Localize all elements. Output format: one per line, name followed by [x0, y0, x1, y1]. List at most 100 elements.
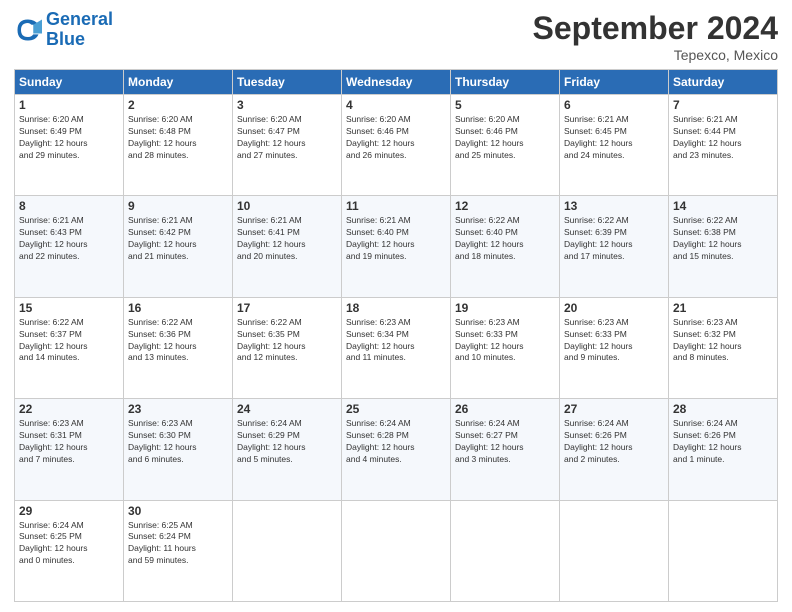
day-info: Sunrise: 6:24 AM Sunset: 6:29 PM Dayligh… — [237, 418, 337, 466]
day-cell: 21 Sunrise: 6:23 AM Sunset: 6:32 PM Dayli… — [669, 297, 778, 398]
day-cell: 1 Sunrise: 6:20 AM Sunset: 6:49 PM Daylig… — [15, 95, 124, 196]
day-number: 17 — [237, 301, 337, 315]
day-info: Sunrise: 6:24 AM Sunset: 6:25 PM Dayligh… — [19, 520, 119, 568]
day-number: 1 — [19, 98, 119, 112]
page: General Blue September 2024 Tepexco, Mex… — [0, 0, 792, 612]
day-cell: 25 Sunrise: 6:24 AM Sunset: 6:28 PM Dayli… — [342, 399, 451, 500]
day-number: 20 — [564, 301, 664, 315]
logo-icon — [14, 16, 42, 44]
col-tuesday: Tuesday — [233, 70, 342, 95]
day-number: 19 — [455, 301, 555, 315]
col-monday: Monday — [124, 70, 233, 95]
logo-text: General Blue — [46, 10, 113, 50]
col-saturday: Saturday — [669, 70, 778, 95]
day-cell: 2 Sunrise: 6:20 AM Sunset: 6:48 PM Daylig… — [124, 95, 233, 196]
day-number: 29 — [19, 504, 119, 518]
col-friday: Friday — [560, 70, 669, 95]
day-cell: 28Sunrise: 6:24 AM Sunset: 6:26 PM Dayli… — [669, 399, 778, 500]
calendar: Sunday Monday Tuesday Wednesday Thursday… — [14, 69, 778, 602]
header: General Blue September 2024 Tepexco, Mex… — [14, 10, 778, 63]
day-info: Sunrise: 6:20 AM Sunset: 6:49 PM Dayligh… — [19, 114, 119, 162]
day-cell: 18 Sunrise: 6:23 AM Sunset: 6:34 PM Dayli… — [342, 297, 451, 398]
day-cell: 27Sunrise: 6:24 AM Sunset: 6:26 PM Dayli… — [560, 399, 669, 500]
day-number: 11 — [346, 199, 446, 213]
day-info: Sunrise: 6:20 AM Sunset: 6:46 PM Dayligh… — [455, 114, 555, 162]
day-info: Sunrise: 6:22 AM Sunset: 6:40 PM Dayligh… — [455, 215, 555, 263]
day-number: 10 — [237, 199, 337, 213]
day-info: Sunrise: 6:20 AM Sunset: 6:48 PM Dayligh… — [128, 114, 228, 162]
col-wednesday: Wednesday — [342, 70, 451, 95]
day-cell: 26Sunrise: 6:24 AM Sunset: 6:27 PM Dayli… — [451, 399, 560, 500]
week-row-4: 29 Sunrise: 6:24 AM Sunset: 6:25 PM Dayli… — [15, 500, 778, 601]
day-number: 6 — [564, 98, 664, 112]
day-cell: 16Sunrise: 6:22 AM Sunset: 6:36 PM Dayli… — [124, 297, 233, 398]
day-cell: 11 Sunrise: 6:21 AM Sunset: 6:40 PM Dayli… — [342, 196, 451, 297]
day-info: Sunrise: 6:24 AM Sunset: 6:28 PM Dayligh… — [346, 418, 446, 466]
day-number: 24 — [237, 402, 337, 416]
day-number: 5 — [455, 98, 555, 112]
day-number: 3 — [237, 98, 337, 112]
day-cell — [342, 500, 451, 601]
day-number: 2 — [128, 98, 228, 112]
day-info: Sunrise: 6:20 AM Sunset: 6:46 PM Dayligh… — [346, 114, 446, 162]
day-number: 18 — [346, 301, 446, 315]
day-info: Sunrise: 6:22 AM Sunset: 6:38 PM Dayligh… — [673, 215, 773, 263]
day-info: Sunrise: 6:23 AM Sunset: 6:33 PM Dayligh… — [564, 317, 664, 365]
day-number: 21 — [673, 301, 773, 315]
week-row-2: 15 Sunrise: 6:22 AM Sunset: 6:37 PM Dayli… — [15, 297, 778, 398]
day-cell: 7 Sunrise: 6:21 AM Sunset: 6:44 PM Daylig… — [669, 95, 778, 196]
day-info: Sunrise: 6:23 AM Sunset: 6:31 PM Dayligh… — [19, 418, 119, 466]
day-cell: 17Sunrise: 6:22 AM Sunset: 6:35 PM Dayli… — [233, 297, 342, 398]
day-cell: 23Sunrise: 6:23 AM Sunset: 6:30 PM Dayli… — [124, 399, 233, 500]
col-thursday: Thursday — [451, 70, 560, 95]
day-info: Sunrise: 6:21 AM Sunset: 6:41 PM Dayligh… — [237, 215, 337, 263]
week-row-1: 8 Sunrise: 6:21 AM Sunset: 6:43 PM Daylig… — [15, 196, 778, 297]
day-number: 14 — [673, 199, 773, 213]
day-number: 25 — [346, 402, 446, 416]
day-number: 9 — [128, 199, 228, 213]
day-info: Sunrise: 6:22 AM Sunset: 6:36 PM Dayligh… — [128, 317, 228, 365]
day-info: Sunrise: 6:24 AM Sunset: 6:27 PM Dayligh… — [455, 418, 555, 466]
day-number: 22 — [19, 402, 119, 416]
day-number: 4 — [346, 98, 446, 112]
day-cell — [560, 500, 669, 601]
location: Tepexco, Mexico — [533, 47, 778, 63]
day-info: Sunrise: 6:22 AM Sunset: 6:39 PM Dayligh… — [564, 215, 664, 263]
day-cell: 29 Sunrise: 6:24 AM Sunset: 6:25 PM Dayli… — [15, 500, 124, 601]
day-cell: 10 Sunrise: 6:21 AM Sunset: 6:41 PM Dayli… — [233, 196, 342, 297]
day-info: Sunrise: 6:24 AM Sunset: 6:26 PM Dayligh… — [673, 418, 773, 466]
day-cell: 15 Sunrise: 6:22 AM Sunset: 6:37 PM Dayli… — [15, 297, 124, 398]
day-cell: 5 Sunrise: 6:20 AM Sunset: 6:46 PM Daylig… — [451, 95, 560, 196]
day-cell: 4 Sunrise: 6:20 AM Sunset: 6:46 PM Daylig… — [342, 95, 451, 196]
day-info: Sunrise: 6:23 AM Sunset: 6:33 PM Dayligh… — [455, 317, 555, 365]
day-cell — [233, 500, 342, 601]
day-number: 7 — [673, 98, 773, 112]
day-info: Sunrise: 6:24 AM Sunset: 6:26 PM Dayligh… — [564, 418, 664, 466]
day-info: Sunrise: 6:23 AM Sunset: 6:30 PM Dayligh… — [128, 418, 228, 466]
month-title: September 2024 — [533, 10, 778, 47]
day-info: Sunrise: 6:25 AM Sunset: 6:24 PM Dayligh… — [128, 520, 228, 568]
logo-line1: General — [46, 9, 113, 29]
day-info: Sunrise: 6:21 AM Sunset: 6:43 PM Dayligh… — [19, 215, 119, 263]
day-info: Sunrise: 6:20 AM Sunset: 6:47 PM Dayligh… — [237, 114, 337, 162]
day-cell: 19 Sunrise: 6:23 AM Sunset: 6:33 PM Dayli… — [451, 297, 560, 398]
day-cell: 14 Sunrise: 6:22 AM Sunset: 6:38 PM Dayli… — [669, 196, 778, 297]
day-cell: 3 Sunrise: 6:20 AM Sunset: 6:47 PM Daylig… — [233, 95, 342, 196]
day-number: 12 — [455, 199, 555, 213]
day-cell — [669, 500, 778, 601]
col-sunday: Sunday — [15, 70, 124, 95]
day-info: Sunrise: 6:22 AM Sunset: 6:37 PM Dayligh… — [19, 317, 119, 365]
day-info: Sunrise: 6:21 AM Sunset: 6:44 PM Dayligh… — [673, 114, 773, 162]
day-info: Sunrise: 6:23 AM Sunset: 6:34 PM Dayligh… — [346, 317, 446, 365]
day-cell: 22 Sunrise: 6:23 AM Sunset: 6:31 PM Dayli… — [15, 399, 124, 500]
logo: General Blue — [14, 10, 113, 50]
day-info: Sunrise: 6:23 AM Sunset: 6:32 PM Dayligh… — [673, 317, 773, 365]
day-info: Sunrise: 6:21 AM Sunset: 6:40 PM Dayligh… — [346, 215, 446, 263]
day-number: 8 — [19, 199, 119, 213]
day-cell: 6Sunrise: 6:21 AM Sunset: 6:45 PM Daylig… — [560, 95, 669, 196]
week-row-0: 1 Sunrise: 6:20 AM Sunset: 6:49 PM Daylig… — [15, 95, 778, 196]
day-cell: 24 Sunrise: 6:24 AM Sunset: 6:29 PM Dayli… — [233, 399, 342, 500]
day-number: 15 — [19, 301, 119, 315]
day-cell: 9Sunrise: 6:21 AM Sunset: 6:42 PM Daylig… — [124, 196, 233, 297]
day-cell: 13Sunrise: 6:22 AM Sunset: 6:39 PM Dayli… — [560, 196, 669, 297]
